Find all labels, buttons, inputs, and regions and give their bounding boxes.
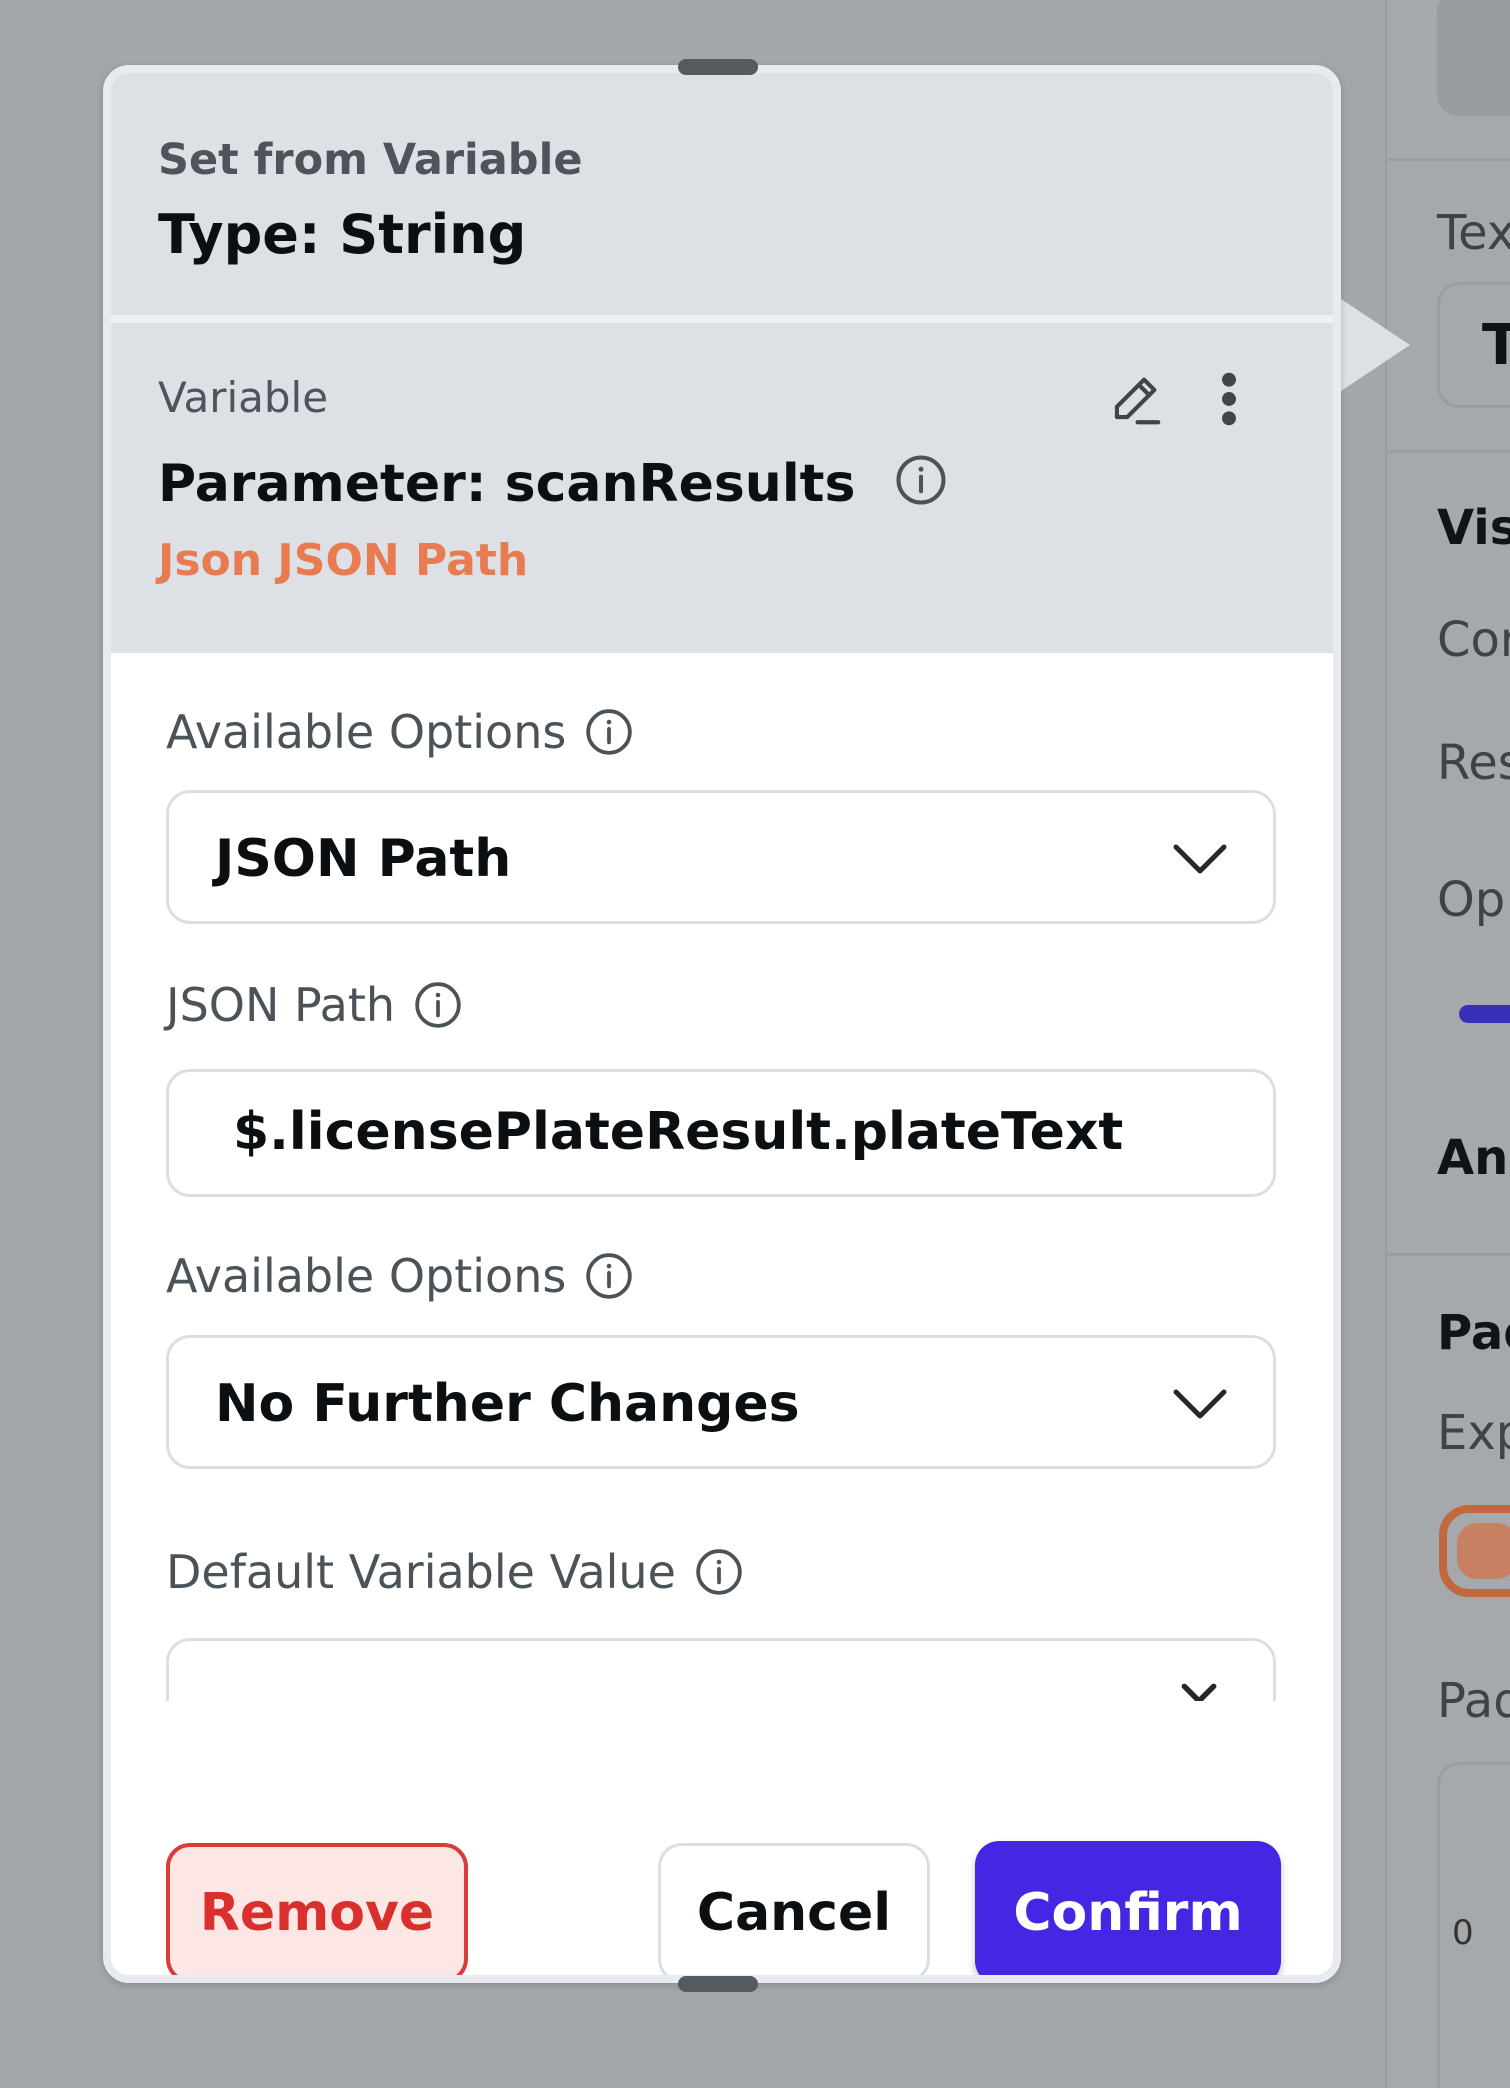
available-options-label-text: Available Options <box>166 1249 567 1303</box>
background-padding-field: 0 <box>1437 1762 1510 2088</box>
available-options-label: Available Options <box>166 1249 634 1303</box>
json-path-input-value: $.licensePlateResult.plateText <box>233 1102 1124 1162</box>
background-label-padding: Pad <box>1437 1305 1510 1361</box>
background-text-field: T <box>1437 282 1510 408</box>
remove-button[interactable]: Remove <box>166 1843 468 1975</box>
background-field-small-text: 0 <box>1452 1913 1474 1953</box>
chevron-down-icon <box>1173 1389 1227 1419</box>
header-caption: Set from Variable <box>158 135 583 185</box>
background-label-res: Res <box>1437 735 1510 791</box>
default-value-label-text: Default Variable Value <box>166 1545 676 1599</box>
variable-section: Variable Parameter: scanResults Json JSO… <box>111 323 1333 653</box>
background-toggle <box>1439 1505 1510 1597</box>
background-label-opacity: Op <box>1437 872 1506 928</box>
more-options-button[interactable] <box>1201 363 1257 435</box>
further-changes-select-value: No Further Changes <box>215 1374 800 1434</box>
background-field-text: T <box>1482 313 1510 378</box>
variable-label: Variable <box>158 373 329 422</box>
bottom-resize-handle[interactable] <box>678 1976 758 1992</box>
header-type-label: Type: String <box>158 203 527 266</box>
background-slider <box>1459 1005 1510 1023</box>
background-label-expand: Exp <box>1437 1405 1510 1461</box>
info-icon[interactable] <box>894 453 948 507</box>
background-divider <box>1387 1253 1510 1256</box>
confirm-button[interactable]: Confirm <box>975 1841 1281 1975</box>
popover-pointer <box>1335 295 1410 395</box>
json-path-input[interactable]: $.licensePlateResult.plateText <box>166 1069 1276 1197</box>
chevron-down-icon <box>1173 844 1227 874</box>
more-vertical-icon <box>1222 372 1236 426</box>
json-path-label-text: JSON Path <box>166 978 396 1032</box>
cancel-button[interactable]: Cancel <box>658 1843 930 1975</box>
background-label-animation: Ani <box>1437 1130 1510 1186</box>
pencil-icon <box>1114 377 1161 425</box>
background-divider <box>1387 450 1510 453</box>
top-resize-handle[interactable] <box>678 59 758 75</box>
background-top-button <box>1437 0 1510 116</box>
further-changes-select[interactable]: No Further Changes <box>166 1335 1276 1469</box>
background-label-visibility: Visi <box>1437 500 1510 556</box>
info-icon[interactable] <box>413 980 463 1030</box>
available-options-select-value: JSON Path <box>215 829 512 889</box>
default-value-label: Default Variable Value <box>166 1545 744 1599</box>
variable-name: Parameter: scanResults <box>158 453 948 514</box>
header-separator <box>111 315 1333 323</box>
available-options-select[interactable]: JSON Path <box>166 790 1276 924</box>
variable-subtitle: Json JSON Path <box>158 535 529 586</box>
info-icon[interactable] <box>584 707 634 757</box>
set-from-variable-popover: Set from Variable Type: String Variable … <box>103 65 1341 1983</box>
edit-variable-button[interactable] <box>1099 363 1171 435</box>
json-path-label: JSON Path <box>166 978 463 1032</box>
background-label-cor: Cor <box>1437 612 1510 668</box>
variable-name-text: Parameter: scanResults <box>158 454 856 514</box>
info-icon[interactable] <box>584 1251 634 1301</box>
available-options-label-text: Available Options <box>166 705 567 759</box>
background-label-text: Tex <box>1437 205 1510 261</box>
info-icon[interactable] <box>694 1547 744 1597</box>
popover-header: Set from Variable Type: String <box>111 73 1333 315</box>
background-divider <box>1387 158 1510 161</box>
background-label-padding-2: Pad <box>1437 1673 1510 1729</box>
available-options-label: Available Options <box>166 705 634 759</box>
popover-footer: Remove Cancel Confirm <box>111 1701 1333 1975</box>
